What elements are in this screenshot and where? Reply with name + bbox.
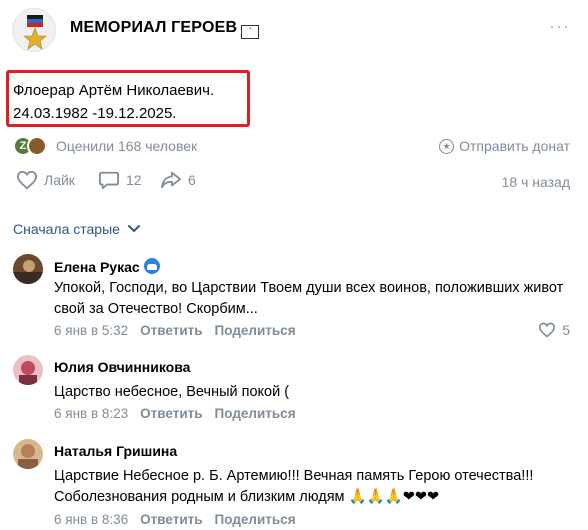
comment-likes-count: 5 [562,322,570,338]
star-circle-icon: ★ [439,138,455,154]
comment-meta: 6 янв в 5:32 Ответить Поделиться [54,323,296,338]
comment-date[interactable]: 6 янв в 8:36 [54,512,128,527]
post-timestamp[interactable]: 18 ч назад [502,174,570,190]
comment-meta: 6 янв в 8:36 Ответить Поделиться [54,512,296,527]
flag-emoji-icon: · [241,25,260,39]
reply-button[interactable]: Ответить [140,323,202,338]
donate-label: Отправить донат [459,138,570,154]
comment-text: Царство небесное, Вечный покой ( [54,384,290,400]
comment-text-line2: Соболезнования родным и близким людям 🙏🙏… [54,487,564,508]
comment-meta: 6 янв в 8:23 Ответить Поделиться [54,406,296,421]
chevron-down-icon [127,225,140,233]
comments-button[interactable]: 12 [98,170,142,190]
comments-sort-dropdown[interactable]: Сначала старые [13,221,140,237]
share-comment-button[interactable]: Поделиться [215,323,296,338]
comment-bubble-icon [99,171,119,190]
post-header: МЕМОРИАЛ ГЕРОЕВ · ··· [0,0,588,60]
comment-text-line2-text: Соболезнования родным и близким людям [54,489,345,505]
heart-icon [539,322,556,338]
sort-label: Сначала старые [13,221,120,237]
like-button[interactable]: Лайк [16,170,75,190]
post-text-line2: 24.03.1982 -19.12.2025. [13,105,177,122]
group-avatar[interactable] [12,8,56,52]
user-badge-icon [143,258,160,274]
commenter-avatar[interactable] [13,355,43,385]
avatar-photo-icon [13,355,43,385]
gold-star-avatar-icon [23,15,47,50]
likers-avatars[interactable]: Z [13,136,47,156]
heart-icon [16,170,38,190]
comment-text-line1: Царствие Небесное р. Б. Артемию!!! Вечна… [54,468,534,484]
comment-text: Упокой, Господи, во Царствии Твоем души … [54,280,564,317]
avatar-photo-icon [13,439,43,469]
commenter-avatar[interactable] [13,254,43,284]
share-arrow-icon [161,171,181,189]
comment-like-button[interactable]: 5 [538,322,570,338]
donate-button[interactable]: ★ Отправить донат [439,138,570,154]
commenter-name[interactable]: Юлия Овчинникова [54,359,190,375]
more-options-button[interactable]: ··· [549,16,570,37]
reply-button[interactable]: Ответить [140,512,202,527]
share-button[interactable]: 6 [160,170,196,190]
commenter-name[interactable]: Елена Рукас [54,258,160,275]
post-text-line1: Флоерар Артём Николаевич. [13,82,215,99]
action-bar: Лайк 12 6 18 ч назад [12,168,576,196]
shares-count: 6 [188,172,196,188]
commenter-avatar[interactable] [13,439,43,469]
like-label: Лайк [44,172,75,188]
group-name-text: МЕМОРИАЛ ГЕРОЕВ [70,19,238,36]
emoji-reactions-text: 🙏🙏🙏❤❤❤ [348,489,440,505]
comment-date[interactable]: 6 янв в 8:23 [54,406,128,421]
commenter-name-text: Елена Рукас [54,259,140,275]
liker-avatar [27,136,47,156]
liked-count-text[interactable]: Оценили 168 человек [56,138,197,154]
commenter-name[interactable]: Наталья Гришина [54,443,177,459]
share-comment-button[interactable]: Поделиться [215,406,296,421]
avatar-photo-icon [13,254,43,284]
share-comment-button[interactable]: Поделиться [215,512,296,527]
comments-count: 12 [126,172,142,188]
reply-button[interactable]: Ответить [140,406,202,421]
group-name[interactable]: МЕМОРИАЛ ГЕРОЕВ · [70,19,260,39]
comment-date[interactable]: 6 янв в 5:32 [54,323,128,338]
